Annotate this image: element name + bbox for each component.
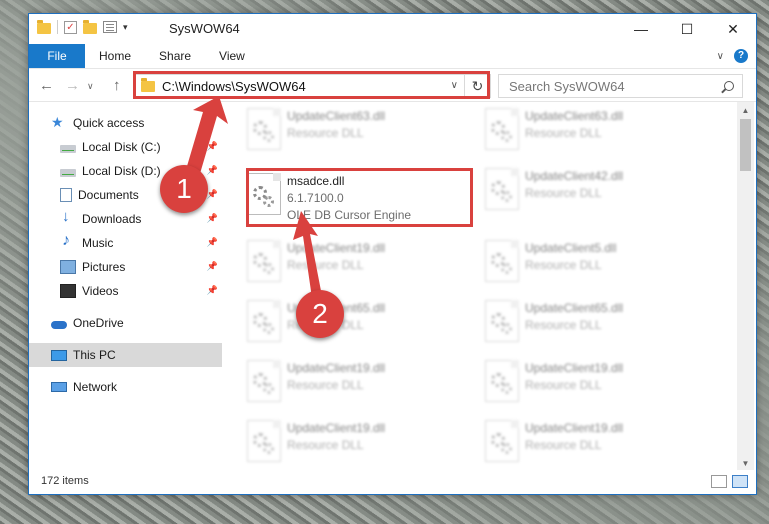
annotation-arrows xyxy=(185,96,322,298)
arrow-1-icon xyxy=(185,96,228,177)
step-1-callout: 1 xyxy=(160,165,208,213)
step-2-callout: 2 xyxy=(296,290,344,338)
arrow-2-icon xyxy=(293,211,322,298)
